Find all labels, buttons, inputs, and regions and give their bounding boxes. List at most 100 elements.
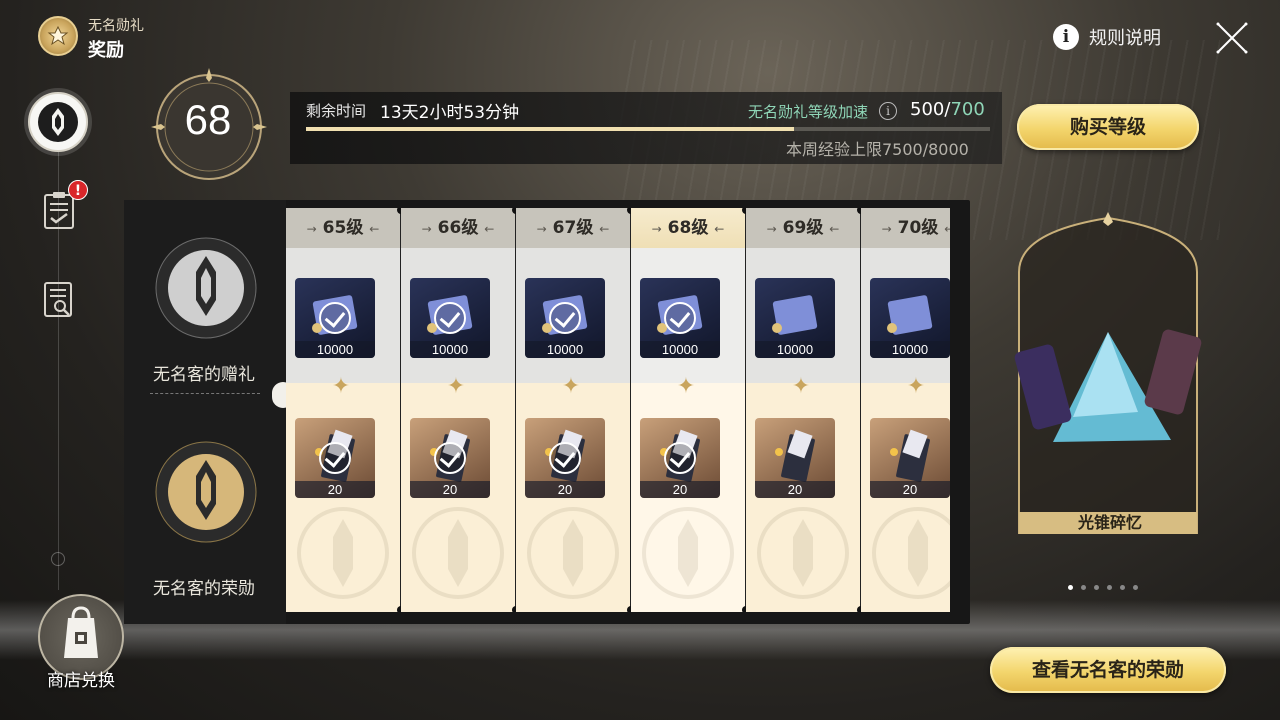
remaining-time-value: 13天2小时53分钟 [380, 103, 520, 123]
premium-reward-amount: 20 [755, 481, 835, 498]
free-reward-amount: 10000 [295, 341, 375, 358]
free-reward-amount: 10000 [640, 341, 720, 358]
premium-reward-item[interactable]: 20 [640, 418, 720, 498]
sparkle-icon: ✦ [446, 374, 466, 399]
missions-alert-badge: ! [68, 180, 88, 200]
level-label: 66级 [437, 218, 479, 238]
level-boost-label: 无名勋礼等级加速 [748, 103, 869, 121]
claimed-check-icon [549, 442, 581, 474]
free-reward-item[interactable]: 10000 [525, 278, 605, 358]
claimed-check-icon [319, 442, 351, 474]
current-level: 68 [184, 96, 232, 143]
level-column: → 68级 ← 10000 ✦ 20 [631, 208, 745, 612]
pager-dot[interactable] [1068, 585, 1073, 590]
showcase-pager[interactable] [1068, 585, 1138, 590]
free-reward-amount: 10000 [755, 341, 835, 358]
nav-rail-dot [51, 552, 65, 566]
sparkle-icon: ✦ [331, 374, 351, 399]
free-reward-amount: 10000 [410, 341, 490, 358]
sparkle-icon: ✦ [676, 374, 696, 399]
level-column: → 67级 ← 10000 ✦ 20 [516, 208, 630, 612]
level-label: 69级 [782, 218, 824, 238]
watermark-emblem [297, 507, 389, 599]
free-reward-amount: 10000 [525, 341, 605, 358]
level-rewards-grid: → 65级 ← 10000 ✦ 20 → 66级 ← 10000 ✦ 20 → 67级 ← 100… [286, 208, 950, 612]
premium-reward-amount: 20 [640, 481, 720, 498]
level-label: 65级 [322, 218, 364, 238]
nav-item-journal[interactable] [42, 280, 76, 320]
free-reward-item[interactable]: 10000 [755, 278, 835, 358]
free-reward-item[interactable]: 10000 [295, 278, 375, 358]
premium-reward-item[interactable]: 20 [525, 418, 605, 498]
level-label: 67级 [552, 218, 594, 238]
level-header: → 69级 ← [746, 208, 860, 248]
document-search-icon [44, 282, 72, 317]
close-button[interactable] [1214, 20, 1250, 56]
sparkle-icon: ✦ [906, 374, 926, 399]
showcase-frame [1014, 212, 1202, 534]
premium-track-label: 无名客的荣勋 [153, 579, 255, 599]
free-track-label: 无名客的赠礼 [153, 365, 255, 385]
claimed-check-icon [434, 302, 466, 334]
level-header: → 67级 ← [516, 208, 630, 248]
free-reward-item[interactable]: 10000 [410, 278, 490, 358]
level-label: 70级 [897, 218, 939, 238]
nameless-emblem-icon [38, 102, 78, 142]
level-column: → 70级 ← 10000 ✦ 20 [861, 208, 950, 612]
premium-reward-amount: 20 [410, 481, 490, 498]
exp-counter: 500/700 [910, 99, 985, 120]
showcase-item-name: 光锥碎忆 [1077, 513, 1142, 532]
watermark-emblem [527, 507, 619, 599]
info-icon: i [1053, 24, 1079, 50]
page-subtitle: 无名勋礼 [88, 18, 144, 34]
level-header: → 66级 ← [401, 208, 515, 248]
pager-dot[interactable] [1120, 585, 1125, 590]
claimed-check-icon [319, 302, 351, 334]
claimed-check-icon [664, 302, 696, 334]
pager-dot[interactable] [1081, 585, 1086, 590]
track-separator [150, 393, 260, 394]
sparkle-icon: ✦ [561, 374, 581, 399]
view-honor-button[interactable]: 查看无名客的荣勋 [990, 647, 1226, 693]
free-reward-amount: 10000 [870, 341, 950, 358]
buy-level-button[interactable]: 购买等级 [1017, 104, 1199, 150]
watermark-emblem [757, 507, 849, 599]
pager-dot[interactable] [1094, 585, 1099, 590]
page-title: 奖励 [88, 40, 124, 61]
close-icon [1216, 22, 1248, 54]
claimed-check-icon [434, 442, 466, 474]
premium-reward-amount: 20 [295, 481, 375, 498]
nav-item-rewards[interactable] [28, 92, 88, 152]
level-column: → 69级 ← 10000 ✦ 20 [746, 208, 860, 612]
premium-reward-amount: 20 [525, 481, 605, 498]
free-track-emblem [155, 237, 257, 339]
level-label: 68级 [667, 218, 709, 238]
rules-button[interactable]: i 规则说明 [1053, 23, 1161, 51]
weekly-exp-limit: 本周经验上限7500/8000 [786, 140, 969, 159]
level-column: → 65级 ← 10000 ✦ 20 [286, 208, 400, 612]
rules-label: 规则说明 [1089, 28, 1161, 49]
pager-dot[interactable] [1133, 585, 1138, 590]
exp-progress-fill [306, 127, 794, 131]
level-header: → 65级 ← [286, 208, 400, 248]
premium-reward-item[interactable]: 20 [870, 418, 950, 498]
exp-max: 700 [950, 99, 985, 120]
pager-dot[interactable] [1107, 585, 1112, 590]
exp-current: 500 [910, 99, 945, 120]
shop-exchange-label: 商店兑换 [47, 671, 115, 691]
nameless-honor-logo [38, 16, 78, 56]
watermark-emblem [412, 507, 504, 599]
watermark-emblem [872, 507, 950, 599]
watermark-emblem [642, 507, 734, 599]
sparkle-icon: ✦ [791, 374, 811, 399]
premium-reward-amount: 20 [870, 481, 950, 498]
remaining-time-label: 剩余时间 [306, 102, 367, 120]
level-column: → 66级 ← 10000 ✦ 20 [401, 208, 515, 612]
premium-track-emblem [155, 441, 257, 543]
premium-reward-item[interactable]: 20 [755, 418, 835, 498]
free-reward-item[interactable]: 10000 [870, 278, 950, 358]
boost-info-icon[interactable]: i [879, 102, 897, 120]
free-reward-item[interactable]: 10000 [640, 278, 720, 358]
premium-reward-item[interactable]: 20 [295, 418, 375, 498]
premium-reward-item[interactable]: 20 [410, 418, 490, 498]
